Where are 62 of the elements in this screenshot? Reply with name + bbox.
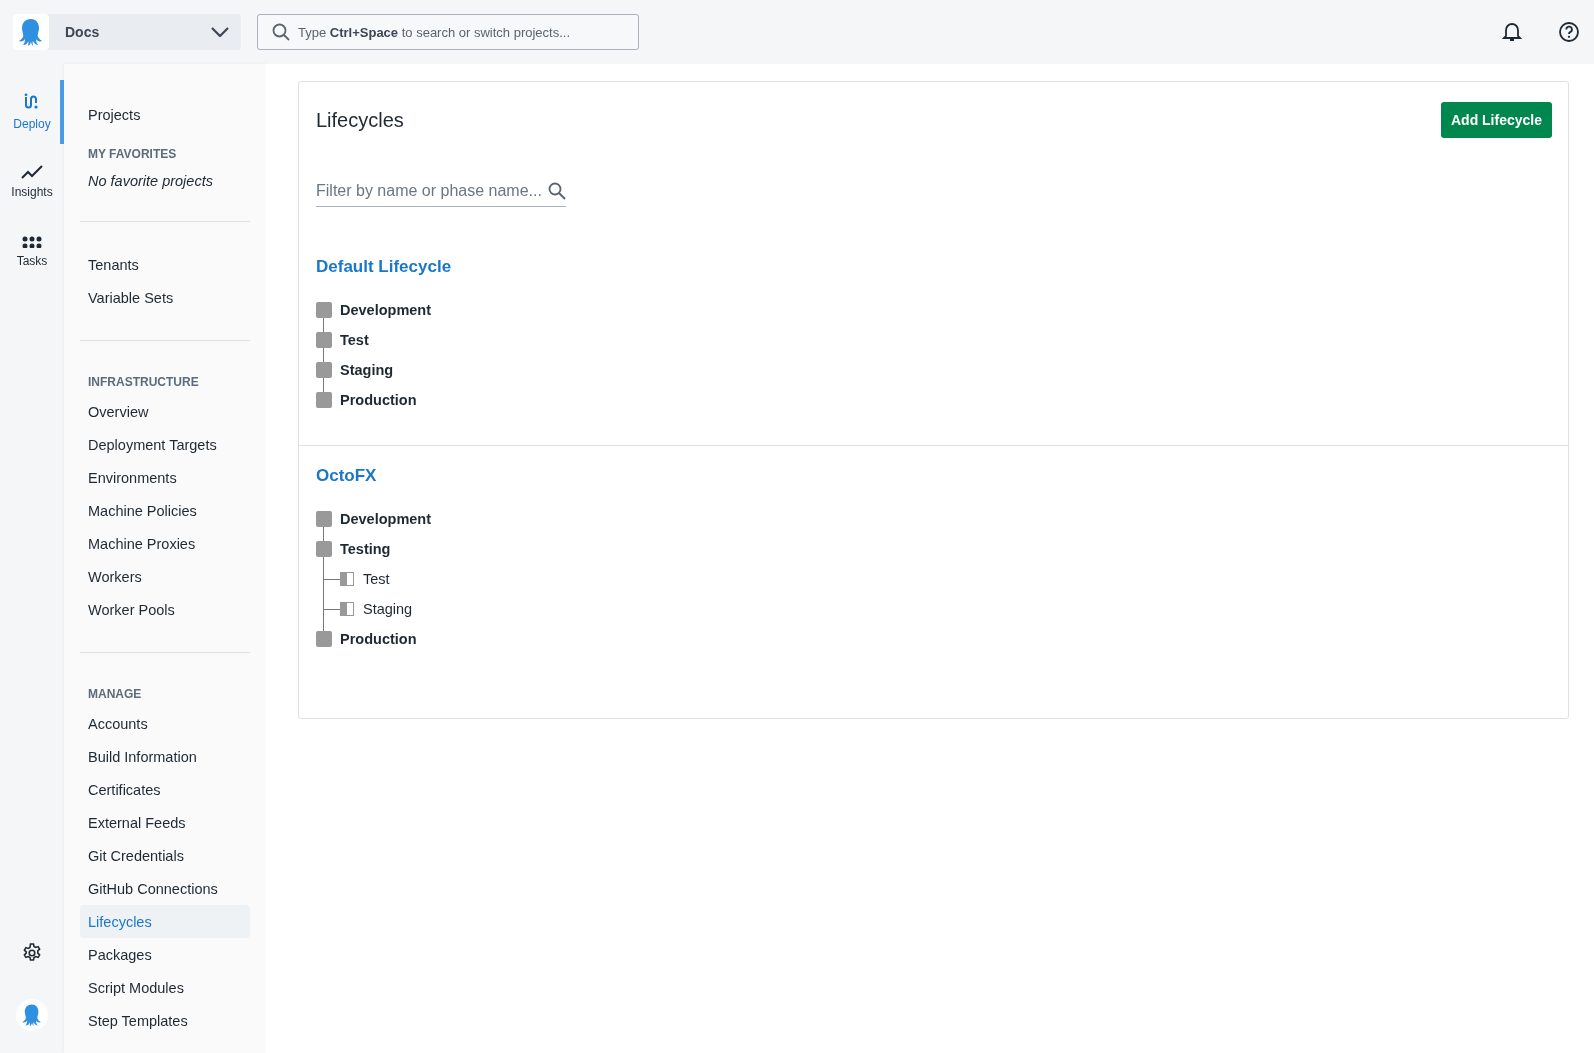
environment-name: Staging (363, 601, 413, 617)
phase-square-icon (316, 541, 332, 557)
tree-connector (323, 578, 340, 580)
chevron-down-icon (211, 27, 229, 37)
section-heading: MY FAVORITES (87, 146, 178, 163)
empty-favorites-note: No favorite projects (87, 172, 214, 191)
rail-nav-item[interactable]: Insights (0, 150, 64, 214)
lifecycle-link[interactable]: OctoFX (316, 466, 377, 486)
search-field[interactable]: Type Ctrl+Space to search or switch projects... (257, 14, 639, 50)
sidebar-item[interactable]: Lifecycles (80, 905, 250, 938)
sidebar-item[interactable]: Certificates (80, 773, 250, 806)
project-switcher[interactable]: Docs (13, 14, 241, 50)
user-avatar[interactable] (16, 999, 48, 1031)
sidebar-item[interactable]: Git Credentials (80, 839, 250, 872)
sidebar-item[interactable]: Variable Sets (80, 281, 250, 314)
half-filled-square-icon (340, 602, 354, 616)
settings-icon[interactable] (22, 943, 42, 963)
phase-square-icon (316, 332, 332, 348)
phase-name: Production (340, 631, 417, 647)
lifecycle-link[interactable]: Default Lifecycle (316, 257, 452, 277)
sidebar-item[interactable]: Accounts (80, 707, 250, 740)
page-title: Lifecycles (316, 108, 404, 132)
sidebar-item[interactable]: Machine Proxies (80, 527, 250, 560)
phase-name: Development (340, 511, 432, 527)
phase-name: Staging (340, 362, 394, 378)
sidebar-item[interactable]: Environments (80, 461, 250, 494)
sidebar-item[interactable]: External Feeds (80, 806, 250, 839)
filter-field[interactable]: Filter by name or phase name... (316, 182, 566, 207)
sidebar-item[interactable]: Overview (80, 395, 250, 428)
sidebar-item[interactable]: Tenants (80, 248, 250, 281)
sidebar-item[interactable]: Projects (80, 98, 250, 131)
phase-square-icon (316, 511, 332, 527)
add-lifecycle-button[interactable]: Add Lifecycle (1440, 102, 1552, 138)
sidebar-item[interactable]: Packages (80, 938, 250, 971)
sidebar-item[interactable]: Build Information (80, 740, 250, 773)
section-heading: MANAGE (87, 686, 143, 703)
sidebar-item[interactable]: Deployment Targets (80, 428, 250, 461)
sidebar-item[interactable]: Worker Pools (80, 593, 250, 626)
search-icon (272, 23, 290, 41)
environment-name: Test (363, 571, 390, 587)
bell-icon[interactable] (1502, 21, 1522, 43)
sidebar-item[interactable]: Script Modules (80, 971, 250, 1004)
line-chart-icon (21, 165, 43, 179)
search-icon (548, 182, 566, 200)
sidebar-item[interactable]: GitHub Connections (80, 872, 250, 905)
phase-name: Production (340, 392, 417, 408)
phase-square-icon (316, 392, 332, 408)
phase-square-icon (316, 631, 332, 647)
phase-name: Test (340, 332, 369, 348)
help-icon[interactable] (1558, 21, 1580, 43)
rail-nav-item[interactable]: Tasks (0, 220, 64, 284)
sidebar-item[interactable]: Machine Policies (80, 494, 250, 527)
phase-square-icon (316, 362, 332, 378)
section-heading: INFRASTRUCTURE (87, 374, 200, 391)
phase-square-icon (316, 302, 332, 318)
sidebar-item[interactable]: Step Templates (80, 1004, 250, 1037)
sidebar-item[interactable]: Workers (80, 560, 250, 593)
grid-dots-icon (22, 236, 42, 248)
tree-connector (323, 608, 340, 610)
phase-name: Testing (340, 541, 391, 557)
half-filled-square-icon (340, 572, 354, 586)
phase-name: Development (340, 302, 432, 318)
